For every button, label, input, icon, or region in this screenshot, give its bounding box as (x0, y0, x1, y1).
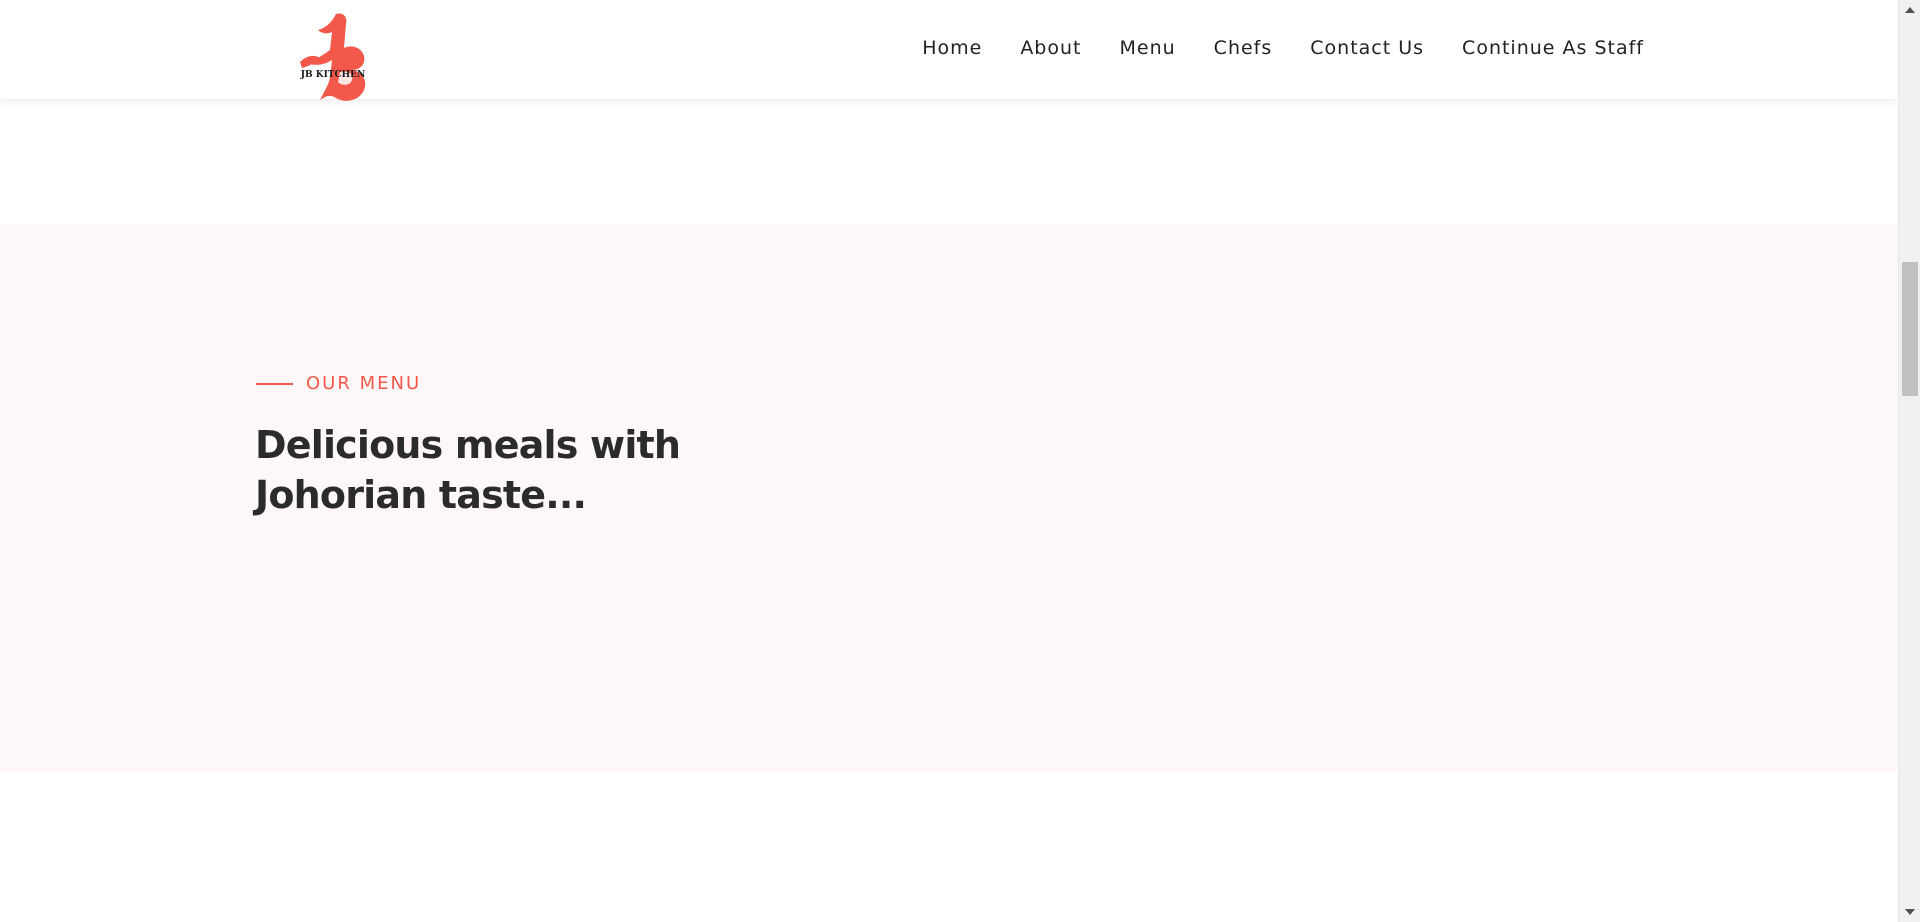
nav-home[interactable]: Home (922, 30, 982, 66)
headline-line-1: Delicious meals with (255, 423, 681, 467)
scroll-down-arrow-icon[interactable] (1899, 904, 1920, 920)
headline-line-2: Johorian taste... (255, 473, 587, 517)
nav-continue-as-staff[interactable]: Continue As Staff (1462, 30, 1644, 66)
nav-menu[interactable]: Menu (1120, 30, 1176, 66)
vertical-scrollbar[interactable] (1898, 0, 1920, 922)
eyebrow-divider-line (256, 383, 293, 385)
main-nav: Home About Menu Chefs Contact Us Continu… (922, 30, 1644, 66)
nav-chefs[interactable]: Chefs (1214, 30, 1273, 66)
viewport: JB KITCHEN Home About Menu Chefs Contact… (0, 0, 1898, 922)
menu-section: OUR MENU Delicious meals with Johorian t… (0, 224, 1898, 772)
section-eyebrow: OUR MENU (256, 372, 421, 396)
nav-about[interactable]: About (1020, 30, 1081, 66)
scroll-up-arrow-icon[interactable] (1899, 2, 1920, 18)
site-header: JB KITCHEN Home About Menu Chefs Contact… (0, 0, 1898, 101)
scrollbar-thumb[interactable] (1902, 262, 1918, 396)
section-headline: Delicious meals with Johorian taste... (255, 420, 815, 520)
logo-wordmark: JB KITCHEN (300, 70, 365, 80)
page: JB KITCHEN Home About Menu Chefs Contact… (0, 0, 1920, 922)
eyebrow-label: OUR MENU (306, 373, 422, 394)
jb-kitchen-logo[interactable]: JB KITCHEN (290, 10, 376, 104)
nav-contact-us[interactable]: Contact Us (1310, 30, 1424, 66)
